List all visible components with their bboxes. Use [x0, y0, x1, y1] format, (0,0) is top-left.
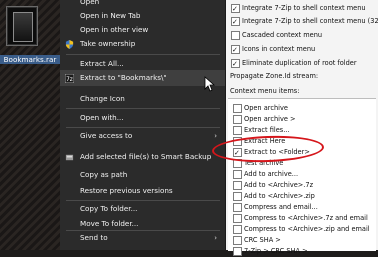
menu-item-give-access[interactable]: Give access to ›	[60, 128, 225, 144]
chevron-right-icon: ›	[214, 234, 217, 242]
checkbox[interactable]	[233, 104, 242, 113]
option-integrate-shell[interactable]: Integrate 7-Zip to shell context menu	[226, 2, 378, 15]
checkbox[interactable]	[231, 31, 240, 40]
checkbox[interactable]	[233, 192, 242, 201]
menu-item-extract-to-folder[interactable]: 7z Extract to "Bookmarks\"	[60, 70, 225, 86]
checkbox[interactable]	[233, 126, 242, 135]
7zip-options-panel: Integrate 7-Zip to shell context menu In…	[226, 0, 378, 256]
mouse-cursor-icon	[204, 76, 216, 92]
menu-item-copy-as-path[interactable]: Copy as path	[60, 167, 225, 183]
menu-item-smart-backup[interactable]: Add selected file(s) to Smart Backup	[60, 149, 225, 165]
checkbox[interactable]	[231, 44, 240, 56]
checkbox[interactable]	[233, 181, 242, 190]
menu-item-send-to[interactable]: Send to ›	[60, 230, 225, 246]
checkbox[interactable]	[231, 58, 240, 70]
archive-icon[interactable]	[6, 6, 38, 46]
menu-item-take-ownership[interactable]: Take ownership	[60, 36, 225, 52]
checkbox[interactable]	[233, 170, 242, 179]
checkbox[interactable]	[231, 3, 240, 15]
menu-item-change-icon[interactable]: Change Icon	[60, 91, 225, 107]
checkbox[interactable]	[233, 115, 242, 124]
desktop: Bookmarks.rar	[0, 0, 60, 250]
shield-icon	[65, 40, 74, 49]
checkbox[interactable]	[233, 247, 242, 256]
7zip-icon: 7z	[65, 74, 74, 83]
option-cascaded-menu[interactable]: Cascaded context menu	[226, 29, 378, 41]
menu-item-restore-previous-versions[interactable]: Restore previous versions	[60, 183, 225, 199]
file-name-label[interactable]: Bookmarks.rar	[0, 55, 60, 64]
checkbox[interactable]	[233, 214, 242, 223]
chevron-right-icon: ›	[214, 132, 217, 140]
menu-item-open-with[interactable]: Open with...	[60, 110, 225, 126]
backup-icon	[65, 154, 74, 161]
checkbox[interactable]	[231, 16, 240, 28]
context-menu-items-list: Open archive Open archive > Extract file…	[228, 98, 376, 256]
svg-text:7z: 7z	[66, 77, 73, 83]
list-item[interactable]: 7-Zip > CRC SHA >	[228, 245, 378, 257]
context-menu: Open Open in New Tab Open in other view …	[60, 0, 226, 250]
propagate-zone-label: Propagate Zone.Id stream:	[230, 72, 319, 80]
checkbox[interactable]	[233, 203, 242, 212]
context-menu-items-label: Context menu items:	[230, 87, 300, 95]
option-integrate-shell-32[interactable]: Integrate 7-Zip to shell context menu (3…	[226, 15, 378, 28]
menu-item-copy-to-folder[interactable]: Copy To folder...	[60, 201, 225, 217]
option-icons-in-menu[interactable]: Icons in context menu	[226, 43, 378, 56]
checkbox[interactable]	[233, 225, 242, 234]
menu-separator	[66, 54, 220, 55]
menu-separator	[66, 108, 220, 109]
option-eliminate-duplication[interactable]: Eliminate duplication of root folder	[226, 57, 378, 70]
checkbox[interactable]	[233, 236, 242, 245]
